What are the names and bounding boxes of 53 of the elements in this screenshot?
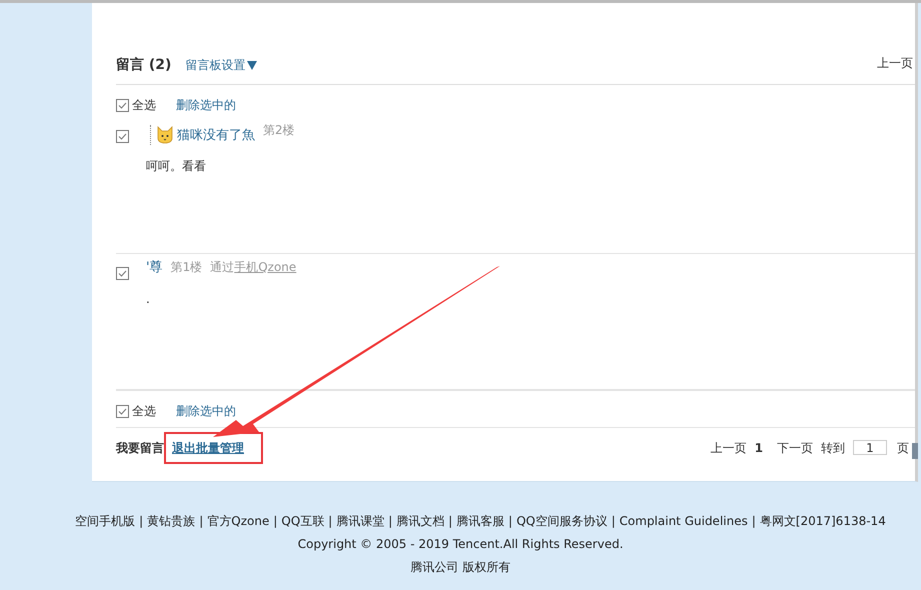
footer-link[interactable]: Complaint Guidelines [619,512,748,530]
floor-number: 第2楼 [263,122,295,139]
floor-number: 第1楼 [170,259,202,276]
select-all-label[interactable]: 全选 [132,96,156,114]
current-page: 1 [754,440,763,456]
footer-link[interactable]: 黄钻贵族 [147,512,196,530]
checkbox[interactable] [116,98,129,112]
footer-link[interactable]: 腾讯文档 [396,512,444,530]
separator: | [273,513,278,530]
footer-link[interactable]: 官方Qzone [207,512,270,530]
separator: | [752,513,756,530]
footer-link[interactable]: 空间手机版 [75,512,136,530]
checkbox[interactable] [116,404,129,418]
caret-icon [247,60,258,70]
separator: | [448,513,452,530]
page-input[interactable]: 1 [853,440,887,455]
checkmark-icon [118,270,127,277]
copyright-text: Copyright © 2005 - 2019 Tencent.All Rights Reserved. [298,536,624,553]
message-text: . [146,290,151,308]
footer-link[interactable]: 粤网文[2017]6138-14 [760,512,886,530]
goto-label: 转到 [821,440,845,456]
separator: | [139,513,144,530]
page-unit-label: 页 [897,440,909,456]
footer-link[interactable]: QQ互联 [281,512,324,530]
leave-message-link[interactable]: 我要留言 [116,438,164,456]
separator: | [328,513,332,530]
footer-link[interactable]: QQ空间服务协议 [516,512,608,530]
footer-link[interactable]: 腾讯客服 [456,512,504,530]
select-all-label[interactable]: 全选 [132,402,156,420]
prev-page-link[interactable]: 上一页 [710,438,747,456]
separator: | [611,513,616,530]
company-text: 腾讯公司 版权所有 [410,559,512,576]
message-text: 呵呵。看看 [146,158,207,175]
author-name[interactable]: '尊 [146,258,163,278]
checkbox[interactable] [116,267,129,280]
cat-face-icon [155,125,175,145]
via-label: 通过 [210,259,234,276]
delete-selected-link[interactable]: 删除选中的 [176,402,236,420]
separator: | [199,513,204,530]
footer-link[interactable]: 腾讯课堂 [336,512,384,530]
checkmark-icon [118,133,127,140]
checkbox[interactable] [116,130,129,143]
separator: | [508,513,512,530]
next-page-link[interactable]: 下一页 [777,438,813,456]
guestbook-title: 留言 (2) [116,56,172,74]
prev-page-link[interactable]: 上一页 [877,54,913,72]
scrollbar-thumb [912,443,918,459]
board-settings-link[interactable]: 留言板设置 [185,56,258,74]
delete-selected-link[interactable]: 删除选中的 [176,96,236,114]
separator: | [388,513,392,530]
checkmark-icon [118,408,127,414]
checkmark-icon [118,102,127,108]
author-name[interactable]: 猫咪没有了魚 [177,126,255,145]
